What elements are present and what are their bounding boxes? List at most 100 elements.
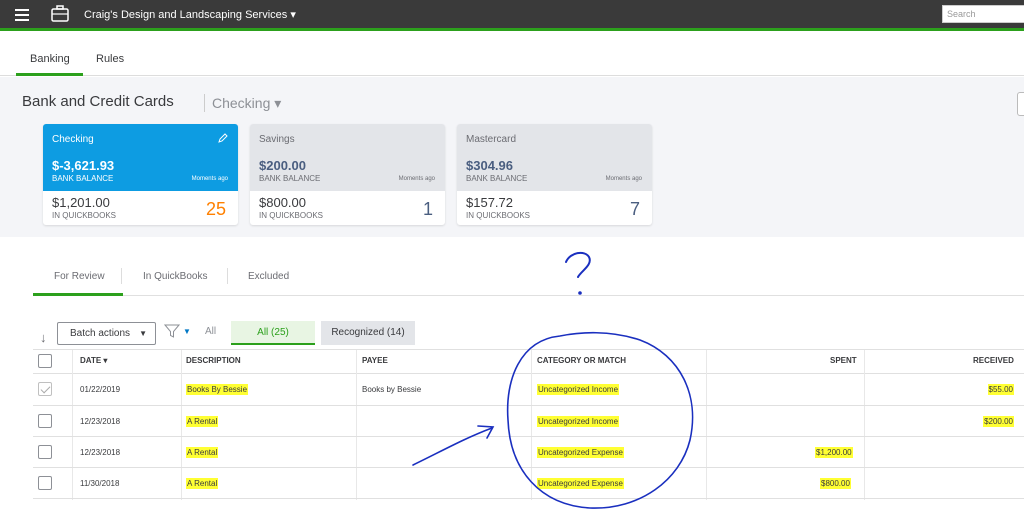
row-payee[interactable]: Books by Bessie (362, 385, 421, 394)
card-updated-time: Moments ago (398, 176, 435, 182)
card-review-count: 7 (629, 199, 640, 219)
tabs-divider (33, 295, 1024, 296)
row-divider (33, 405, 1024, 406)
row-description: A Rental (186, 478, 219, 489)
row-category[interactable]: Uncategorized Expense (537, 478, 624, 489)
active-tab-indicator (33, 293, 123, 296)
row-checkbox[interactable] (38, 382, 52, 396)
card-updated-time: Moments ago (191, 176, 228, 182)
card-qb-label: IN QUICKBOOKS (52, 211, 117, 220)
banking-subtabs: Banking Rules (0, 34, 1024, 76)
card-qb-balance: $1,201.00 (52, 195, 110, 210)
card-qb-label: IN QUICKBOOKS (259, 211, 324, 220)
row-received: $200.00 (983, 416, 1014, 427)
pencil-icon[interactable] (218, 133, 228, 143)
company-name-dropdown[interactable]: Craig's Design and Landscaping Services … (84, 8, 296, 21)
column-header-spent: SPENT (830, 356, 857, 365)
account-card-mastercard[interactable]: Mastercard $304.96 BANK BALANCE Moments … (457, 124, 652, 225)
top-bar: Craig's Design and Landscaping Services … (0, 0, 1024, 31)
card-qb-balance: $157.72 (466, 195, 513, 210)
select-all-checkbox[interactable] (38, 354, 52, 368)
card-bank-label: BANK BALANCE (466, 174, 528, 183)
sort-arrow-icon[interactable]: ↓ (40, 330, 47, 345)
row-description-text: A Rental (186, 416, 219, 427)
column-header-category: CATEGORY OR MATCH (537, 356, 627, 365)
filter-summary: All (205, 326, 217, 337)
row-divider (33, 467, 1024, 468)
row-category[interactable]: Uncategorized Income (537, 384, 620, 395)
filter-icon[interactable] (164, 323, 180, 339)
batch-actions-label: Batch actions (70, 328, 131, 339)
account-card-checking[interactable]: Checking $-3,621.93 BANK BALANCE Moments… (43, 124, 238, 225)
row-date: 01/22/2019 (80, 385, 121, 394)
column-header-description: DESCRIPTION (186, 356, 241, 365)
row-divider (33, 498, 1024, 499)
card-review-count: 25 (205, 199, 226, 219)
row-received: $55.00 (987, 384, 1014, 395)
tab-separator (227, 268, 228, 284)
card-bank-balance: $-3,621.93 (52, 158, 115, 173)
column-divider (356, 350, 357, 500)
row-checkbox[interactable] (38, 476, 52, 490)
card-account-name: Mastercard (466, 134, 517, 145)
row-received-text: $55.00 (987, 384, 1014, 395)
recognized-pill[interactable]: Recognized (14) (321, 321, 415, 345)
account-selector[interactable]: Checking ▾ (212, 95, 281, 112)
card-updated-time: Moments ago (605, 176, 642, 182)
column-divider (181, 350, 182, 500)
hamburger-menu-icon[interactable] (15, 9, 29, 21)
edge-button[interactable] (1017, 92, 1024, 116)
column-header-payee: PAYEE (362, 356, 388, 365)
column-header-received: RECEIVED (973, 356, 1014, 365)
card-account-name: Checking (52, 134, 94, 145)
row-description: Books By Bessie (186, 384, 249, 395)
row-category-text: Uncategorized Income (537, 416, 620, 427)
briefcase-icon[interactable] (51, 5, 69, 22)
tab-banking[interactable]: Banking (30, 53, 70, 65)
row-category-text: Uncategorized Expense (537, 478, 624, 489)
row-description-text: A Rental (186, 447, 219, 458)
tab-for-review[interactable]: For Review (54, 271, 105, 282)
active-tab-indicator (16, 73, 83, 76)
row-category-text: Uncategorized Income (537, 384, 620, 395)
card-account-name: Savings (259, 134, 295, 145)
card-bank-balance: $200.00 (259, 158, 306, 173)
row-checkbox[interactable] (38, 414, 52, 428)
row-spent-text: $1,200.00 (815, 447, 853, 458)
search-input[interactable]: Search (942, 5, 1024, 23)
caret-down-icon: ▼ (139, 329, 147, 338)
column-divider (706, 350, 707, 500)
title-divider (204, 94, 205, 112)
column-divider (72, 350, 73, 500)
column-divider (864, 350, 865, 500)
tab-in-quickbooks[interactable]: In QuickBooks (143, 271, 207, 282)
card-bank-balance: $304.96 (466, 158, 513, 173)
tab-excluded[interactable]: Excluded (248, 271, 289, 282)
row-category[interactable]: Uncategorized Expense (537, 447, 624, 458)
account-card-savings[interactable]: Savings $200.00 BANK BALANCE Moments ago… (250, 124, 445, 225)
all-transactions-pill[interactable]: All (25) (231, 321, 315, 345)
row-description: A Rental (186, 447, 219, 458)
row-category-text: Uncategorized Expense (537, 447, 624, 458)
filter-caret-icon[interactable]: ▼ (183, 327, 191, 336)
tab-separator (121, 268, 122, 284)
row-description-text: Books By Bessie (186, 384, 249, 395)
row-checkbox[interactable] (38, 445, 52, 459)
card-bank-label: BANK BALANCE (52, 174, 114, 183)
row-received-text: $200.00 (983, 416, 1014, 427)
row-spent-text: $800.00 (820, 478, 851, 489)
row-divider (33, 436, 1024, 437)
card-qb-balance: $800.00 (259, 195, 306, 210)
row-description: A Rental (186, 416, 219, 427)
row-date: 12/23/2018 (80, 417, 121, 426)
tab-rules[interactable]: Rules (96, 53, 124, 65)
card-bank-label: BANK BALANCE (259, 174, 321, 183)
row-date: 12/23/2018 (80, 448, 121, 457)
card-review-count: 1 (422, 199, 433, 219)
column-header-date[interactable]: DATE ▾ (80, 356, 107, 365)
row-date: 11/30/2018 (80, 479, 120, 488)
row-category[interactable]: Uncategorized Income (537, 416, 620, 427)
row-spent: $800.00 (820, 478, 851, 489)
batch-actions-button[interactable]: Batch actions ▼ (57, 322, 156, 345)
row-description-text: A Rental (186, 478, 219, 489)
